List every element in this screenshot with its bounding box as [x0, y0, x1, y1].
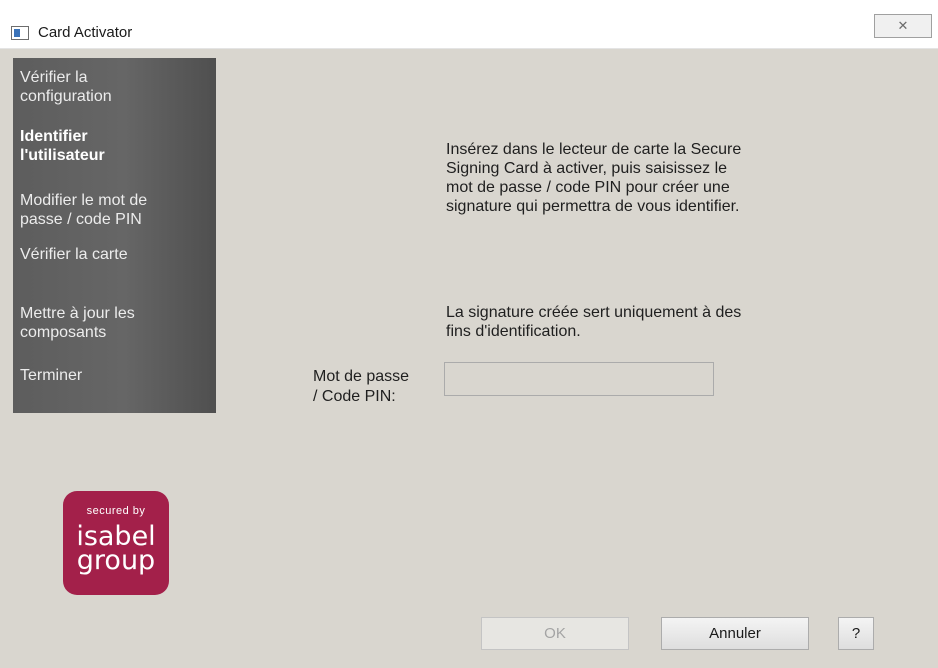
close-button[interactable]: ✕ [874, 14, 932, 38]
title-bar: Card Activator ✕ [0, 0, 938, 49]
sidebar-item-verifier-configuration[interactable]: Vérifier la configuration [20, 68, 210, 106]
pin-input[interactable] [444, 362, 714, 396]
help-button[interactable]: ? [838, 617, 874, 650]
pin-label: Mot de passe / Code PIN: [313, 368, 410, 405]
window-title: Card Activator [38, 24, 133, 41]
signature-note: La signature créée sert uniquement à des… [446, 304, 742, 340]
sidebar-item-identifier-utilisateur[interactable]: Identifier l'utilisateur [20, 127, 210, 165]
isabel-group-logo: secured by isabel group [63, 491, 169, 595]
instruction-text: Insérez dans le lecteur de carte la Secu… [446, 141, 742, 215]
steps-sidebar: Vérifier la configuration Identifier l'u… [13, 58, 216, 413]
cancel-button[interactable]: Annuler [661, 617, 809, 650]
sidebar-item-verifier-carte[interactable]: Vérifier la carte [20, 245, 210, 264]
sidebar-item-mettre-a-jour[interactable]: Mettre à jour les composants [20, 304, 210, 342]
close-icon: ✕ [897, 18, 909, 33]
ok-button[interactable]: OK [481, 617, 629, 650]
sidebar-item-modifier-pin[interactable]: Modifier le mot de passe / code PIN [20, 191, 210, 229]
app-icon [11, 26, 29, 40]
card-activator-window: Card Activator ✕ Vérifier la configurati… [0, 0, 938, 668]
sidebar-item-terminer[interactable]: Terminer [20, 366, 210, 385]
